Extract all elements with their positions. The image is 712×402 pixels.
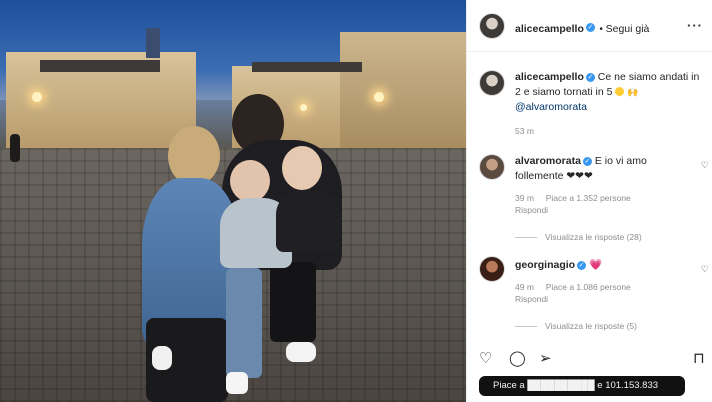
- street-lamp: [32, 92, 42, 102]
- comment: georginagio ✓ 💗 49 m Piace a 1.086 person…: [515, 258, 695, 331]
- post-likes-count[interactable]: Piace a ██████████ e 101.153.833: [479, 376, 685, 396]
- avatar[interactable]: [479, 13, 505, 39]
- like-heart-icon[interactable]: ♡: [479, 350, 492, 368]
- post-photo[interactable]: [0, 0, 466, 402]
- follow-status-button[interactable]: Segui già: [606, 23, 650, 35]
- man-legs: [270, 262, 316, 342]
- post-header: alicecampello ✓ • Segui già ···: [467, 0, 712, 52]
- toddler-jeans: [226, 268, 262, 378]
- mention-link[interactable]: @alvaromorata: [515, 101, 587, 113]
- smile-emoji-icon: [615, 87, 625, 96]
- child-sweater: [276, 190, 340, 252]
- toddler-face: [230, 160, 270, 202]
- woman-shoe: [152, 346, 172, 370]
- roof-right: [252, 62, 362, 72]
- comment-likes[interactable]: Piace a 1.086 persone: [546, 282, 631, 292]
- comment-avatar[interactable]: [479, 256, 505, 282]
- header-username[interactable]: alicecampello: [515, 23, 584, 35]
- post-sidebar: alicecampello ✓ • Segui già ··· alicecamp…: [466, 0, 712, 402]
- verified-badge-icon: ✓: [585, 23, 595, 33]
- woman-hair: [168, 126, 220, 186]
- view-replies-button[interactable]: Visualizza le risposte (28): [515, 232, 695, 242]
- view-replies-button[interactable]: Visualizza le risposte (5): [515, 321, 695, 331]
- comment-time: 39 m: [515, 193, 534, 203]
- like-comment-heart-icon[interactable]: ♡: [701, 264, 709, 275]
- caption-time: 53 m: [515, 126, 534, 136]
- caption: alicecampello ✓ Ce ne siamo andati in 2 e…: [515, 70, 707, 137]
- verified-badge-icon: ✓: [585, 72, 595, 82]
- street-lamp: [300, 104, 307, 111]
- roof-left: [40, 60, 160, 72]
- reply-button[interactable]: Rispondi: [515, 204, 695, 216]
- post-actions: ♡ ◯ ➢ ⊓: [467, 348, 712, 372]
- tower: [146, 28, 160, 58]
- verified-badge-icon: ✓: [577, 260, 587, 270]
- like-comment-heart-icon[interactable]: ♡: [701, 160, 709, 171]
- praying-hands-emoji-icon: 🙌: [627, 87, 639, 97]
- header-user-row: alicecampello ✓ • Segui già: [515, 23, 650, 35]
- comment-bubble-icon[interactable]: ◯: [509, 350, 526, 368]
- comment-text: 💗: [589, 259, 603, 271]
- toddler-shoe: [226, 372, 248, 394]
- comment: alvaromorata ✓ E io vi amo follemente ❤❤❤…: [515, 154, 695, 242]
- comment-avatar[interactable]: [479, 154, 505, 180]
- share-send-icon[interactable]: ➢: [539, 350, 552, 368]
- verified-badge-icon: ✓: [582, 156, 592, 166]
- street-lamp: [374, 92, 384, 102]
- comment-time: 49 m: [515, 282, 534, 292]
- child-face: [282, 146, 322, 190]
- caption-username[interactable]: alicecampello: [515, 71, 584, 83]
- comment-username[interactable]: georginagio: [515, 259, 575, 271]
- caption-avatar[interactable]: [479, 70, 505, 96]
- comment-username[interactable]: alvaromorata: [515, 155, 581, 167]
- more-dots-icon[interactable]: ···: [687, 18, 703, 33]
- save-bookmark-icon[interactable]: ⊓: [693, 350, 705, 368]
- building-corner: [340, 32, 466, 150]
- comment-likes[interactable]: Piace a 1.352 persone: [546, 193, 631, 203]
- bystander: [10, 134, 20, 162]
- reply-button[interactable]: Rispondi: [515, 293, 695, 305]
- man-shoe: [286, 342, 316, 362]
